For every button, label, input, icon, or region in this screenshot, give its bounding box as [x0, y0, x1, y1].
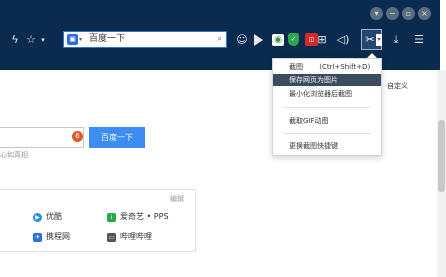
- menu-item-label: 截图: [289, 63, 303, 71]
- screenshot-button[interactable]: ✂ ▾: [361, 29, 382, 50]
- menu-item-label: 截取GIF动图: [289, 117, 329, 125]
- menu-divider: [283, 107, 371, 108]
- menu-item-gif-capture[interactable]: 截取GIF动图: [273, 115, 381, 127]
- address-bar[interactable]: ▣ ▾ 百度一下 ⌕: [63, 31, 227, 48]
- menu-item-label: 更换截图快捷键: [289, 142, 338, 150]
- minimize-button[interactable]: −: [386, 7, 399, 20]
- star-icon[interactable]: ☆: [25, 28, 37, 52]
- chevron-down-icon[interactable]: ▾: [39, 28, 47, 52]
- 360-icon[interactable]: ◉: [272, 34, 284, 46]
- site-link-ctrip[interactable]: 携程网: [46, 231, 70, 243]
- search-hint[interactable]: 心如真相: [0, 150, 28, 160]
- site-link-youku[interactable]: 优酷: [46, 211, 62, 223]
- close-button[interactable]: ×: [418, 7, 431, 20]
- menu-item-save-page-as-image[interactable]: 保存网页为图片: [273, 74, 381, 86]
- restore-button[interactable]: ▫: [402, 7, 415, 20]
- customize-link[interactable]: 自定义: [387, 81, 408, 91]
- ctrip-icon: ✈: [33, 233, 42, 242]
- play-icon[interactable]: [254, 34, 263, 46]
- menu-item-label: 保存网页为图片: [289, 76, 338, 84]
- skin-button[interactable]: ▾: [370, 7, 383, 20]
- volume-icon[interactable]: ◁): [336, 28, 350, 52]
- search-icon[interactable]: ⌕: [217, 32, 222, 47]
- scissors-icon[interactable]: ✂: [364, 32, 376, 47]
- grid-add-icon[interactable]: ⊞: [315, 28, 329, 52]
- menu-item-shortcut: (Ctrl+Shift+D): [319, 63, 371, 71]
- site-link-iqiyi[interactable]: 爱奇艺 • PPS: [120, 211, 169, 223]
- edit-link[interactable]: 编辑: [170, 194, 184, 204]
- menu-divider: [283, 133, 371, 134]
- screenshot-menu: 截图 (Ctrl+Shift+D) 保存网页为图片 最小化浏览器后截图 截取GI…: [272, 58, 382, 156]
- menu-item-label: 最小化浏览器后截图: [289, 90, 352, 98]
- image-search-icon[interactable]: ▣: [67, 34, 78, 45]
- bilibili-icon: ▭: [107, 233, 116, 242]
- menu-item-minimize-then-screenshot[interactable]: 最小化浏览器后截图: [273, 88, 381, 100]
- toolbar: ϟ ☆ ▾ ▣ ▾ 百度一下 ⌕ ☺ ◉ ✓ ◫ ⊞ ◁) ✂ ▾ ⤓ ☰: [0, 28, 440, 52]
- address-text[interactable]: 百度一下: [89, 33, 125, 46]
- lightning-icon[interactable]: ϟ: [10, 28, 20, 52]
- shield-icon[interactable]: ✓: [288, 33, 299, 46]
- menu-item-change-shortcut[interactable]: 更换截图快捷键: [273, 140, 381, 152]
- screenshot-dropdown-icon[interactable]: ▾: [376, 34, 382, 46]
- smiley-icon[interactable]: ☺: [236, 28, 248, 52]
- search-badge: 6: [72, 131, 83, 142]
- menu-icon[interactable]: ☰: [412, 28, 426, 52]
- download-icon[interactable]: ⤓: [389, 28, 403, 52]
- menu-item-screenshot[interactable]: 截图 (Ctrl+Shift+D): [273, 61, 381, 73]
- youku-icon: ▶: [33, 213, 42, 222]
- iqiyi-icon: i: [107, 213, 116, 222]
- title-bar: ▾ − ▫ ×: [0, 0, 440, 28]
- scrollbar-thumb[interactable]: [438, 120, 445, 192]
- search-button[interactable]: 百度一下: [89, 127, 145, 148]
- site-link-bilibili[interactable]: 哔哩哔哩: [120, 231, 152, 243]
- engine-dropdown-icon[interactable]: ▾: [79, 34, 82, 45]
